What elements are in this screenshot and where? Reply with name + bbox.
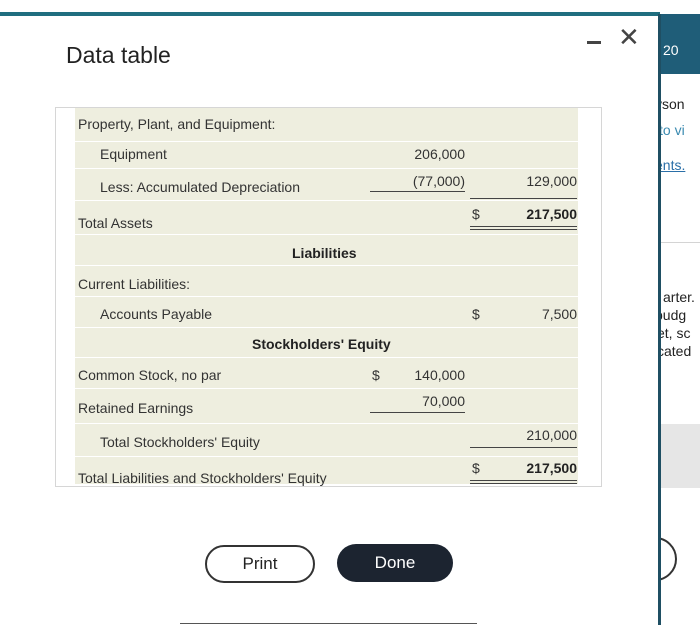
accum-dep-label: Less: Accumulated Depreciation xyxy=(100,179,300,195)
total-liab-equity-label: Total Liabilities and Stockholders' Equi… xyxy=(78,470,327,486)
print-button[interactable]: Print xyxy=(205,545,315,583)
underline xyxy=(370,191,465,192)
background-badge: 20 xyxy=(661,14,700,74)
background-badge-text: 20 xyxy=(663,42,679,58)
double-underline xyxy=(470,483,577,484)
total-assets-label: Total Assets xyxy=(78,215,153,231)
minimize-icon[interactable] xyxy=(587,41,601,44)
double-underline xyxy=(470,226,577,227)
total-liab-equity-value: 217,500 xyxy=(526,460,577,476)
current-liabilities-label: Current Liabilities: xyxy=(78,276,191,292)
dialog-title: Data table xyxy=(66,42,171,68)
background-page: 20 yson to vi ents. arter. budg et, sc c… xyxy=(661,14,700,625)
total-equity-value: 210,000 xyxy=(526,427,577,443)
background-text: cated xyxy=(661,343,692,359)
equipment-label: Equipment xyxy=(100,146,167,162)
accounts-payable-value: 7,500 xyxy=(541,306,577,322)
done-button[interactable]: Done xyxy=(337,544,453,582)
underline xyxy=(470,447,577,448)
background-gray-panel xyxy=(661,424,700,488)
ppe-header: Property, Plant, and Equipment: xyxy=(78,116,276,132)
retained-earnings-label: Retained Earnings xyxy=(78,400,194,416)
underline xyxy=(370,412,465,413)
close-icon[interactable]: ✕ xyxy=(618,24,640,50)
double-underline xyxy=(470,480,577,481)
window-top-accent-bar xyxy=(0,12,660,16)
common-stock-label: Common Stock, no par xyxy=(78,367,222,383)
total-equity-label: Total Stockholders' Equity xyxy=(100,434,260,450)
equity-header: Stockholders' Equity xyxy=(252,336,391,352)
underline xyxy=(470,198,577,199)
accum-dep-value: (77,000) xyxy=(412,173,465,189)
liabilities-header: Liabilities xyxy=(292,245,357,261)
background-text: budg xyxy=(661,307,687,323)
background-text: arter. xyxy=(663,289,695,305)
background-text: yson xyxy=(661,96,685,112)
accounts-payable-label: Accounts Payable xyxy=(100,306,213,322)
common-stock-value: 140,000 xyxy=(414,367,465,383)
net-ppe-value: 129,000 xyxy=(526,173,577,189)
equipment-value: 206,000 xyxy=(414,146,465,162)
background-divider xyxy=(661,242,700,243)
total-assets-value: 217,500 xyxy=(526,206,577,222)
background-link[interactable]: to vi xyxy=(661,122,685,138)
bottom-divider xyxy=(180,623,477,624)
double-underline xyxy=(470,229,577,230)
background-link[interactable]: ents. xyxy=(661,157,685,173)
background-radio-icon[interactable] xyxy=(661,537,677,581)
background-text: et, sc xyxy=(661,325,691,341)
retained-earnings-value: 70,000 xyxy=(422,393,465,409)
